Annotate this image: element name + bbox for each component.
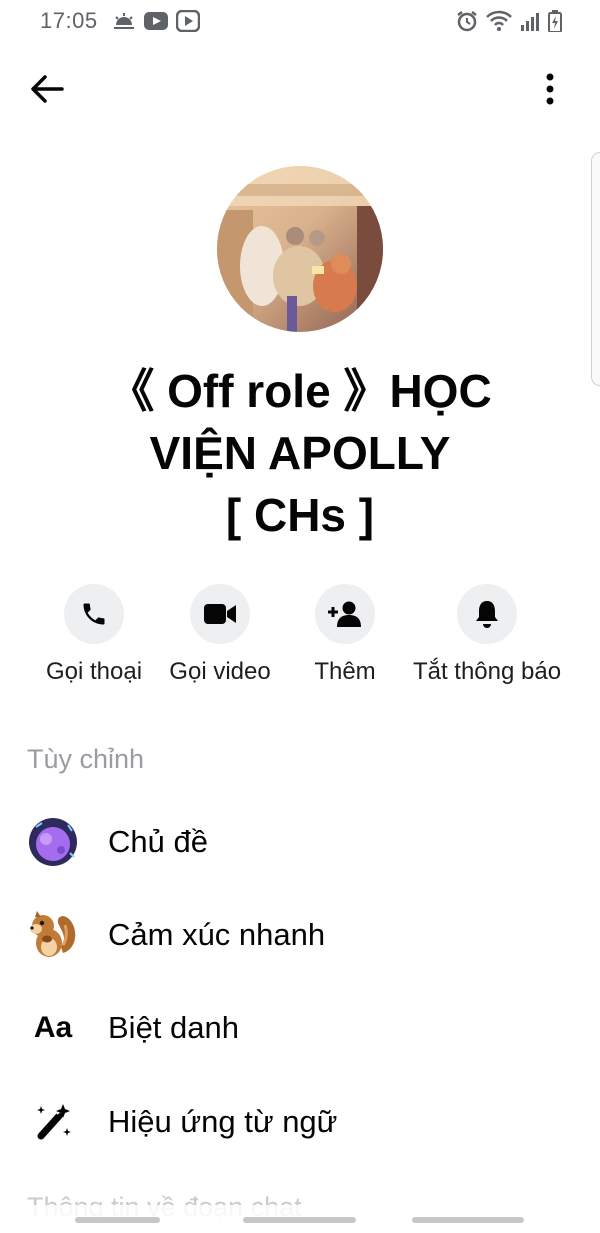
menu-item-word-effects[interactable]: Hiệu ứng từ ngữ bbox=[0, 1087, 600, 1157]
video-camera-icon bbox=[204, 604, 236, 624]
more-options-button[interactable] bbox=[540, 68, 560, 110]
nav-recents-button[interactable] bbox=[75, 1217, 160, 1223]
nav-back-button[interactable] bbox=[412, 1217, 524, 1223]
group-name: 《 Off role 》HỌC VIỆN APOLLY [ CHs ] bbox=[60, 360, 540, 546]
customize-section-header: Tùy chỉnh bbox=[27, 744, 145, 774]
system-nav-bar bbox=[0, 1205, 600, 1233]
battery-charging-icon bbox=[548, 10, 562, 32]
bell-icon bbox=[476, 601, 498, 628]
menu-item-theme[interactable]: Chủ đề bbox=[0, 807, 600, 877]
status-right-icons bbox=[456, 10, 562, 32]
menu-item-nicknames-label: Biệt danh bbox=[108, 1010, 239, 1045]
arrow-left-icon bbox=[31, 75, 64, 103]
video-app-icon bbox=[176, 10, 200, 32]
menu-item-quick-reaction[interactable]: Cảm xúc nhanh bbox=[0, 900, 600, 970]
phone-icon bbox=[83, 603, 105, 625]
voice-call-label: Gọi thoại bbox=[45, 658, 143, 685]
menu-item-word-effects-label: Hiệu ứng từ ngữ bbox=[108, 1104, 338, 1139]
status-time: 17:05 bbox=[40, 8, 98, 33]
top-bar bbox=[0, 60, 600, 116]
status-left-icons bbox=[112, 10, 200, 32]
group-name-line-1: 《 Off role 》HỌC bbox=[108, 365, 492, 417]
group-avatar[interactable] bbox=[217, 166, 383, 332]
add-member-label: Thêm bbox=[314, 658, 376, 685]
status-bar: 17:05 bbox=[0, 0, 600, 44]
menu-item-nicknames[interactable]: Aa Biệt danh bbox=[0, 993, 600, 1063]
mute-notifications-button[interactable]: Tắt thông báo bbox=[404, 584, 570, 686]
video-call-button[interactable]: Gọi video bbox=[164, 584, 276, 686]
youtube-icon bbox=[144, 12, 168, 30]
menu-item-theme-label: Chủ đề bbox=[108, 824, 208, 859]
add-member-button[interactable]: Thêm bbox=[300, 584, 390, 686]
weather-icon bbox=[112, 10, 136, 32]
theme-icon bbox=[26, 815, 80, 869]
scroll-edge bbox=[591, 152, 600, 386]
nickname-aa-icon: Aa bbox=[33, 1011, 73, 1044]
back-button[interactable] bbox=[26, 68, 68, 110]
group-name-line-2: VIỆN APOLLY bbox=[149, 427, 451, 479]
add-person-icon bbox=[328, 601, 361, 627]
more-vertical-icon bbox=[546, 73, 554, 105]
mute-notifications-label: Tắt thông báo bbox=[412, 658, 562, 685]
action-buttons-row: Gọi thoại Gọi video Thêm Tắt thông báo bbox=[0, 584, 600, 694]
squirrel-emoji-icon bbox=[26, 908, 80, 962]
signal-icon bbox=[520, 11, 540, 31]
group-name-line-3: [ CHs ] bbox=[225, 489, 375, 541]
video-call-label: Gọi video bbox=[169, 658, 271, 685]
wifi-icon bbox=[486, 10, 512, 32]
alarm-icon bbox=[456, 10, 478, 32]
nav-home-button[interactable] bbox=[243, 1217, 356, 1223]
voice-call-button[interactable]: Gọi thoại bbox=[40, 584, 148, 686]
menu-item-quick-reaction-label: Cảm xúc nhanh bbox=[108, 917, 326, 952]
sparkle-wand-icon bbox=[26, 1095, 80, 1149]
